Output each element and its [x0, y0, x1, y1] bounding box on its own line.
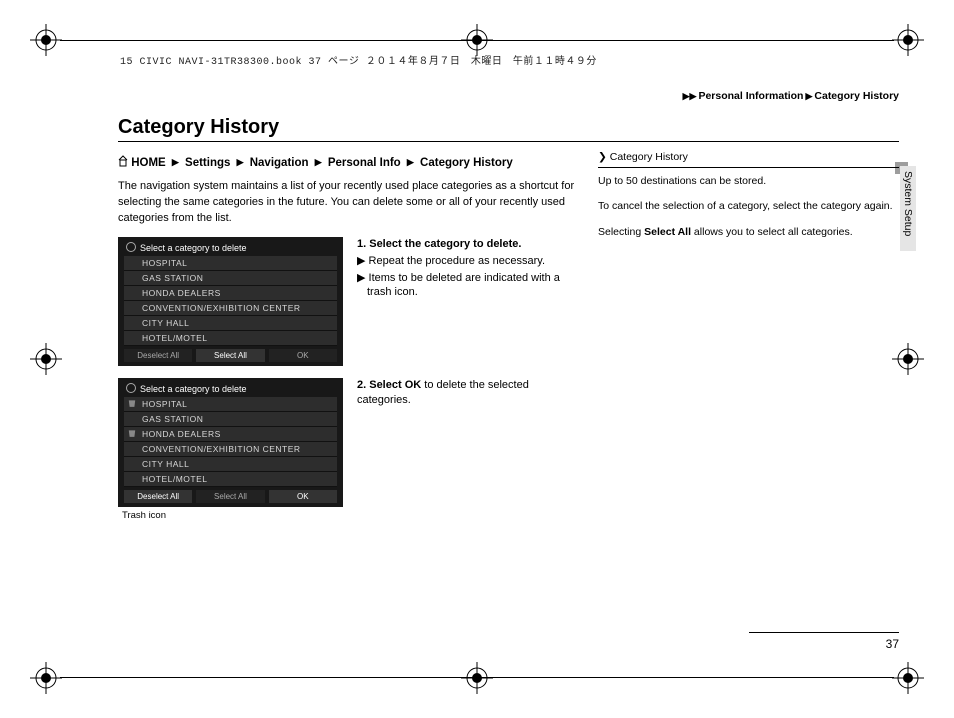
- deselect-all-button: Deselect All: [124, 490, 192, 503]
- crumb-b: Category History: [814, 90, 899, 102]
- shot1-title: Select a category to delete: [140, 243, 247, 253]
- gear-icon: [126, 242, 136, 252]
- home-icon: [118, 155, 128, 167]
- crop-mark-icon: [892, 662, 924, 694]
- crop-mark-icon: [461, 662, 493, 694]
- list-item: HOTEL/MOTEL: [124, 472, 337, 487]
- page-number-rule: [749, 632, 899, 633]
- ok-button: OK: [269, 490, 337, 503]
- list-item: HOSPITAL: [124, 256, 337, 271]
- intro-paragraph: The navigation system maintains a list o…: [118, 179, 578, 227]
- ok-button: OK: [269, 349, 337, 362]
- select-all-button: Select All: [196, 490, 264, 503]
- step1-lead: 1. Select the category to delete.: [357, 237, 578, 252]
- nav-path: HOME ▶ Settings ▶ Navigation ▶ Personal …: [118, 154, 578, 169]
- shot2-title: Select a category to delete: [140, 384, 247, 394]
- aside-p2: To cancel the selection of a category, s…: [598, 199, 899, 214]
- list-item: HONDA DEALERS: [124, 427, 337, 442]
- page-number: 37: [886, 637, 899, 651]
- list-item: GAS STATION: [124, 271, 337, 286]
- triangle-icon: ▶: [172, 157, 179, 167]
- header-breadcrumb: ▶▶Personal Information▶Category History: [118, 90, 899, 102]
- triangle-icon: ▶: [237, 157, 244, 167]
- triangle-icon: ▶: [805, 91, 812, 101]
- triangle-icon: ▶: [315, 157, 322, 167]
- step1-sub1: ▶ Repeat the procedure as necessary.: [357, 254, 578, 269]
- aside-heading: Category History: [610, 151, 688, 163]
- list-item: CITY HALL: [124, 457, 337, 472]
- section-side-tab: System Setup: [900, 166, 916, 251]
- chevron-right-icon: ❯: [598, 151, 607, 163]
- list-item: CITY HALL: [124, 316, 337, 331]
- bc-4: Category History: [420, 157, 513, 169]
- crop-mark-icon: [892, 24, 924, 56]
- triangle-icon: ▶: [407, 157, 414, 167]
- crop-mark-icon: [30, 24, 62, 56]
- page-frame-top: [60, 40, 894, 41]
- crop-mark-icon: [30, 662, 62, 694]
- crumb-a: Personal Information: [698, 90, 803, 102]
- bc-0: HOME: [131, 157, 166, 169]
- step1-sub2: ▶ Items to be deleted are indicated with…: [357, 271, 578, 301]
- trash-icon-caption: Trash icon: [122, 510, 343, 521]
- screenshot-1: Select a category to delete HOSPITAL GAS…: [118, 237, 343, 366]
- list-item: CONVENTION/EXHIBITION CENTER: [124, 442, 337, 457]
- bc-1: Settings: [185, 157, 230, 169]
- bc-2: Navigation: [250, 157, 309, 169]
- title-rule: [118, 141, 899, 142]
- select-all-button: Select All: [196, 349, 264, 362]
- bc-3: Personal Info: [328, 157, 401, 169]
- page-title: Category History: [118, 116, 899, 139]
- list-item: HONDA DEALERS: [124, 286, 337, 301]
- print-meta-header: 15 CIVIC NAVI-31TR38300.book 37 ページ ２０１４…: [120, 52, 597, 68]
- triangle-icon: ▶▶: [683, 91, 697, 101]
- step2-lead: 2. Select OK to delete the selected cate…: [357, 378, 578, 408]
- aside-p3: Selecting Select All allows you to selec…: [598, 225, 899, 240]
- aside-p1: Up to 50 destinations can be stored.: [598, 174, 899, 189]
- list-item: GAS STATION: [124, 412, 337, 427]
- screenshot-2: Select a category to delete HOSPITAL GAS…: [118, 378, 343, 507]
- list-item: HOTEL/MOTEL: [124, 331, 337, 346]
- deselect-all-button: Deselect All: [124, 349, 192, 362]
- page-frame-bottom: [60, 677, 894, 678]
- sidebar-notes: ❯ Category History Up to 50 destinations…: [598, 150, 899, 533]
- list-item: HOSPITAL: [124, 397, 337, 412]
- crop-mark-icon: [30, 343, 62, 375]
- list-item: CONVENTION/EXHIBITION CENTER: [124, 301, 337, 316]
- gear-icon: [126, 383, 136, 393]
